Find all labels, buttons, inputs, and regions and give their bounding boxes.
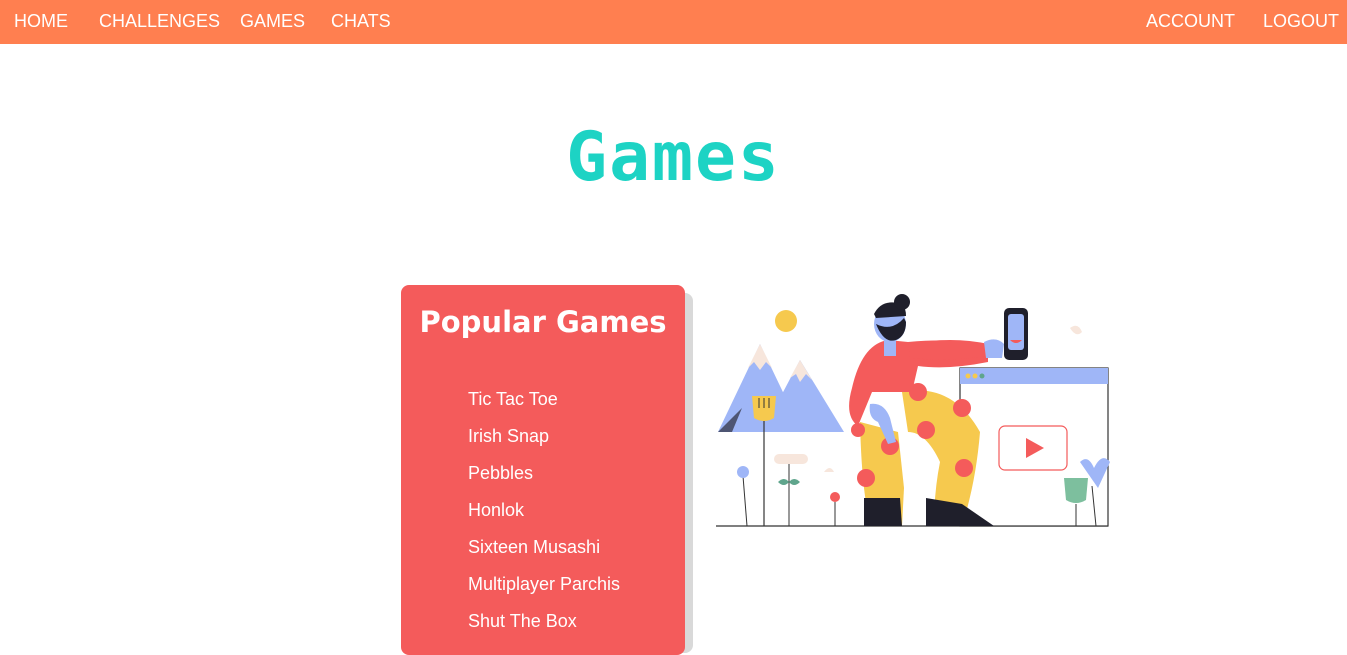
game-link-shut-the-box[interactable]: Shut The Box bbox=[468, 611, 577, 632]
gamer-illustration bbox=[716, 294, 1110, 527]
sun-shape bbox=[775, 310, 797, 332]
nav-home-link[interactable]: HOME bbox=[14, 0, 68, 44]
top-navbar: HOME CHALLENGES GAMES CHATS ACCOUNT LOGO… bbox=[0, 0, 1347, 44]
nav-games-link[interactable]: GAMES bbox=[240, 0, 305, 44]
nav-logout-link[interactable]: LOGOUT bbox=[1263, 0, 1339, 44]
game-link-irish-snap[interactable]: Irish Snap bbox=[468, 426, 549, 447]
popular-games-title: Popular Games bbox=[419, 305, 667, 339]
game-link-multiplayer-parchis[interactable]: Multiplayer Parchis bbox=[468, 574, 620, 595]
nav-challenges-link[interactable]: CHALLENGES bbox=[99, 0, 220, 44]
nav-chats-link[interactable]: CHATS bbox=[331, 0, 391, 44]
nav-account-link[interactable]: ACCOUNT bbox=[1146, 0, 1235, 44]
game-link-sixteen-musashi[interactable]: Sixteen Musashi bbox=[468, 537, 600, 558]
game-link-tic-tac-toe[interactable]: Tic Tac Toe bbox=[468, 389, 558, 410]
game-link-pebbles[interactable]: Pebbles bbox=[468, 463, 533, 484]
popular-games-card: Popular Games Tic Tac Toe Irish Snap Peb… bbox=[401, 285, 685, 655]
game-link-honlok[interactable]: Honlok bbox=[468, 500, 524, 521]
page-title: Games bbox=[566, 118, 781, 197]
